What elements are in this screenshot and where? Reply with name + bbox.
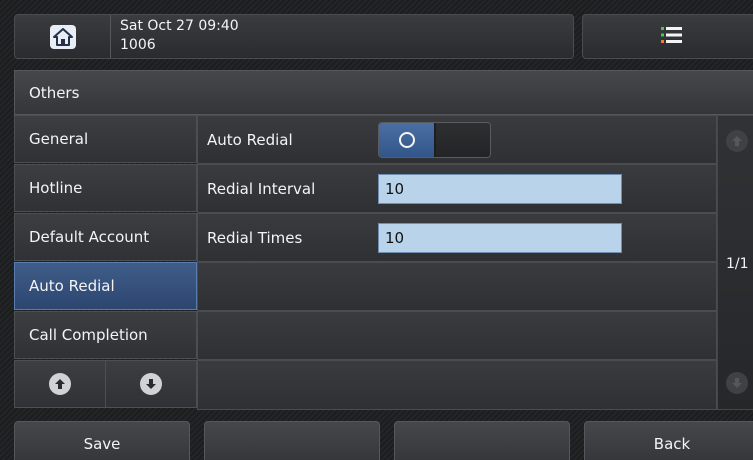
sidebar-item-hotline[interactable]: Hotline: [14, 164, 197, 212]
page-title: Others: [14, 70, 753, 115]
menu-list-icon: [661, 25, 683, 49]
setting-row-auto-redial: Auto Redial: [197, 115, 717, 164]
phone-screen: Sat Oct 27 09:40 1006 Others General Hot…: [0, 0, 753, 460]
sidebar: General Hotline Default Account Auto Red…: [14, 115, 197, 410]
sidebar-item-auto-redial[interactable]: Auto Redial: [14, 262, 197, 310]
empty-row: [197, 360, 717, 410]
sidebar-scroll-up-button[interactable]: [14, 360, 106, 408]
page-up-button[interactable]: [726, 130, 748, 152]
sidebar-item-call-completion[interactable]: Call Completion: [14, 311, 197, 359]
menu-button[interactable]: [582, 14, 753, 59]
auto-redial-toggle[interactable]: [378, 122, 491, 158]
setting-row-redial-times: Redial Times 10: [197, 213, 717, 262]
home-button[interactable]: [15, 15, 111, 58]
page-indicator: 1/1: [726, 256, 749, 272]
account-number: 1006: [120, 37, 156, 53]
sidebar-item-default-account[interactable]: Default Account: [14, 213, 197, 261]
back-button[interactable]: Back: [584, 421, 753, 460]
toggle-on-segment: [379, 123, 434, 157]
status-bar: Sat Oct 27 09:40 1006: [14, 14, 574, 59]
settings-panel: Others General Hotline Default Account A…: [14, 70, 753, 410]
softkey-2[interactable]: [204, 421, 380, 460]
arrow-down-circle-icon: [731, 374, 743, 393]
redial-times-label: Redial Times: [207, 229, 303, 247]
date-time: Sat Oct 27 09:40: [120, 18, 239, 34]
softkey-3[interactable]: [394, 421, 570, 460]
arrow-up-circle-icon: [731, 132, 743, 151]
redial-interval-label: Redial Interval: [207, 180, 316, 198]
save-button[interactable]: Save: [14, 421, 190, 460]
settings-content: Auto Redial Redial Interval 10 Redial Ti…: [197, 115, 717, 410]
redial-interval-field[interactable]: 10: [378, 174, 622, 204]
sidebar-scroll-down-button[interactable]: [105, 360, 197, 408]
page-scrollbar[interactable]: 1/1: [717, 115, 753, 410]
empty-row: [197, 311, 717, 360]
home-icon: [49, 24, 76, 49]
on-indicator-icon: [398, 132, 415, 148]
status-text: Sat Oct 27 09:40 1006: [120, 17, 239, 55]
redial-times-field[interactable]: 10: [378, 223, 622, 253]
page-down-button[interactable]: [726, 372, 748, 394]
arrow-down-circle-icon: [140, 373, 162, 395]
toggle-off-segment: [436, 123, 490, 157]
arrow-up-circle-icon: [49, 373, 71, 395]
sidebar-item-general[interactable]: General: [14, 115, 197, 163]
empty-row: [197, 262, 717, 311]
auto-redial-label: Auto Redial: [207, 131, 293, 149]
setting-row-redial-interval: Redial Interval 10: [197, 164, 717, 213]
